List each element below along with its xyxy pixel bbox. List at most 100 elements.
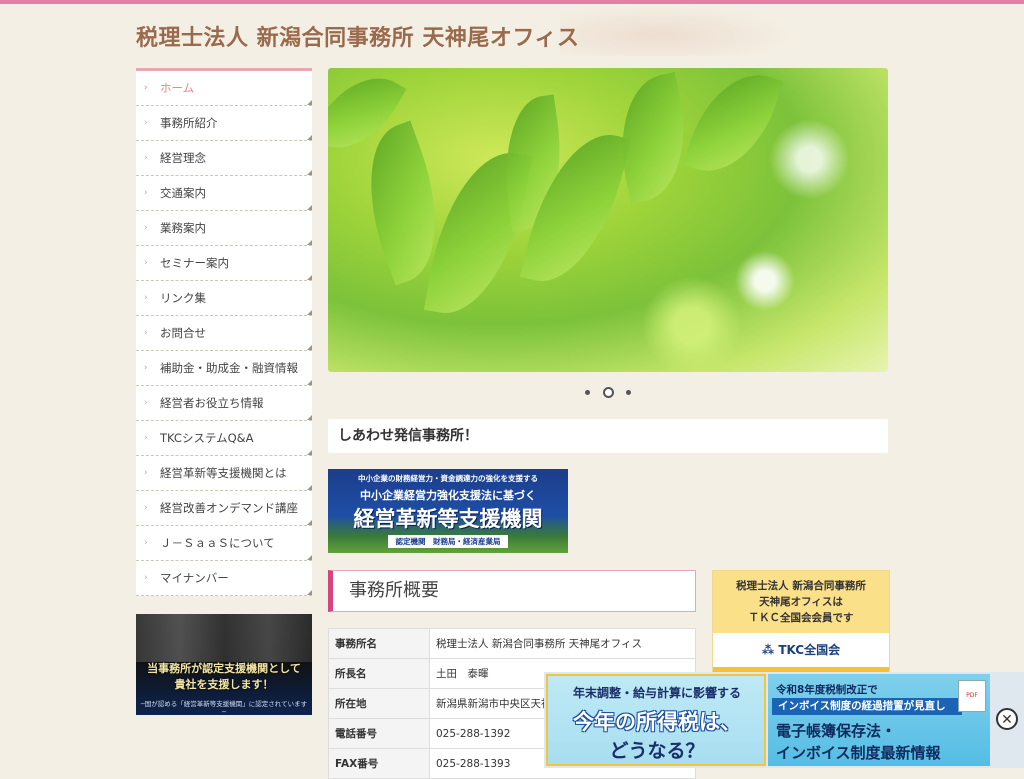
corner-mark-icon (307, 205, 312, 210)
table-key: 所在地 (328, 688, 430, 719)
corner-mark-icon (307, 310, 312, 315)
sidebar-item-label: お問合せ (160, 326, 206, 340)
chevron-right-icon: › (144, 433, 148, 443)
chevron-right-icon: › (144, 293, 148, 303)
chevron-right-icon: › (144, 573, 148, 583)
sidebar-item-support-org[interactable]: › 経営革新等支援機関とは (136, 456, 312, 491)
sidebar-nav: › ホーム › 事務所紹介 › 経営理念 › 交通案内 › 業務案内 › セミナー案内 › リ… (136, 68, 312, 596)
sidebar-item-seminars[interactable]: › セミナー案内 (136, 246, 312, 281)
sidebar-item-on-demand[interactable]: › 経営改善オンデマンド講座 (136, 491, 312, 526)
pdf-document-icon: PDF (958, 680, 986, 712)
corner-mark-icon (307, 450, 312, 455)
slider-pagination (581, 386, 635, 400)
close-icon[interactable]: ✕ (996, 708, 1018, 730)
slider-dot-1[interactable] (585, 390, 590, 395)
corner-mark-icon (307, 240, 312, 245)
sidebar-item-jsaas[interactable]: › Ｊ－ＳａａＳについて (136, 526, 312, 561)
corner-mark-icon (307, 100, 312, 105)
banner-line-2: 中小企業経営力強化支援法に基づく (360, 489, 536, 502)
corner-mark-icon (307, 485, 312, 490)
banner-line-3: 経営革新等支援機関 (353, 507, 543, 531)
sidebar-item-label: 経営改善オンデマンド講座 (160, 501, 298, 515)
promo-line-3: ─国が認める「経営革新等支援機関」に認定されています─ (140, 700, 308, 715)
tkc-line-3: ＴＫＣ全国会会員です (748, 612, 854, 624)
ad-right-line-1: 令和8年度税制改正で (776, 684, 878, 696)
tkc-mark-icon: ⁂ (761, 643, 775, 657)
sidebar-item-services[interactable]: › 業務案内 (136, 211, 312, 246)
ad-income-tax[interactable]: 年末調整・給与計算に影響する 今年の所得税は、 どうなる？ (546, 674, 766, 766)
tkc-line-1: 税理士法人 新潟合同事務所 (736, 580, 866, 592)
sidebar-item-access[interactable]: › 交通案内 (136, 176, 312, 211)
chevron-right-icon: › (144, 258, 148, 268)
sidebar-item-home[interactable]: › ホーム (136, 71, 312, 106)
table-value: 税理士法人 新潟合同事務所 天神尾オフィス (429, 628, 696, 659)
slider-dot-2[interactable] (603, 387, 614, 398)
promo-line-1: 当事務所が認定支援機関として (147, 662, 301, 675)
chevron-right-icon: › (144, 83, 148, 93)
ad-right-line-4: インボイス制度最新情報 (776, 744, 941, 762)
support-org-promo-banner[interactable]: 当事務所が認定支援機関として 貴社を支援します！ ─国が認める「経営革新等支援機… (136, 614, 312, 715)
overlay-ad[interactable]: 年末調整・給与計算に影響する 今年の所得税は、 どうなる？ 令和8年度税制改正で… (544, 672, 1024, 768)
corner-mark-icon (307, 345, 312, 350)
sidebar-item-philosophy[interactable]: › 経営理念 (136, 141, 312, 176)
sidebar-item-tkc-qa[interactable]: › TKCシステムQ&A (136, 421, 312, 456)
sidebar-item-my-number[interactable]: › マイナンバー (136, 561, 312, 596)
table-row: 事務所名 税理士法人 新潟合同事務所 天神尾オフィス (328, 628, 696, 659)
meeting-photo (136, 614, 312, 662)
chevron-right-icon: › (144, 468, 148, 478)
tkc-logo-text: TKC全国会 (778, 643, 841, 657)
chevron-right-icon: › (144, 363, 148, 373)
office-overview-heading: 事務所概要 (328, 570, 696, 612)
table-key: 事務所名 (328, 628, 430, 659)
top-accent-bar (0, 0, 1024, 4)
sidebar-item-label: リンク集 (160, 291, 206, 305)
chevron-right-icon: › (144, 328, 148, 338)
table-key: 所長名 (328, 658, 430, 689)
tkc-membership-box[interactable]: 税理士法人 新潟合同事務所 天神尾オフィスは ＴＫＣ全国会会員です ⁂ TKC全… (712, 570, 890, 674)
sidebar-item-contact[interactable]: › お問合せ (136, 316, 312, 351)
table-key: 電話番号 (328, 718, 430, 749)
corner-mark-icon (307, 135, 312, 140)
tkc-membership-text: 税理士法人 新潟合同事務所 天神尾オフィスは ＴＫＣ全国会会員です (713, 571, 889, 633)
chevron-right-icon: › (144, 538, 148, 548)
hero-slider-image (328, 68, 888, 372)
promo-line-2: 貴社を支援します！ (174, 678, 274, 691)
sidebar-item-subsidies[interactable]: › 補助金・助成金・融資情報 (136, 351, 312, 386)
sidebar-item-label: 補助金・助成金・融資情報 (160, 361, 298, 375)
sidebar-item-manager-info[interactable]: › 経営者お役立ち情報 (136, 386, 312, 421)
sidebar-item-label: TKCシステムQ&A (160, 431, 254, 445)
ad-right-line-3: 電子帳簿保存法・ (776, 722, 897, 740)
chevron-right-icon: › (144, 503, 148, 513)
table-key: FAX番号 (328, 748, 430, 779)
management-support-org-banner[interactable]: 中小企業の財務経営力・資金調達力の強化を支援する 中小企業経営力強化支援法に基づ… (328, 469, 568, 553)
sidebar-item-office-intro[interactable]: › 事務所紹介 (136, 106, 312, 141)
ad-right-line-2: インボイス制度の経過措置が見直し (772, 698, 962, 715)
banner-line-1: 中小企業の財務経営力・資金調達力の強化を支援する (358, 474, 538, 483)
chevron-right-icon: › (144, 223, 148, 233)
ad-left-line-1: 年末調整・給与計算に影響する (572, 686, 741, 700)
chevron-right-icon: › (144, 398, 148, 408)
sidebar-item-label: 経営革新等支援機関とは (160, 466, 287, 480)
corner-mark-icon (307, 275, 312, 280)
sidebar-item-label: ホーム (160, 81, 195, 95)
tkc-logo: ⁂ TKC全国会 (713, 633, 889, 667)
tagline: しあわせ発信事務所！ (328, 419, 888, 453)
sidebar-item-label: セミナー案内 (160, 256, 229, 270)
ad-invoice-system[interactable]: 令和8年度税制改正で インボイス制度の経過措置が見直し 電子帳簿保存法・ インボ… (768, 674, 990, 766)
corner-mark-icon (307, 380, 312, 385)
sidebar-item-links[interactable]: › リンク集 (136, 281, 312, 316)
corner-mark-icon (307, 170, 312, 175)
sidebar-item-label: 交通案内 (160, 186, 206, 200)
sidebar-item-label: マイナンバー (160, 571, 229, 585)
corner-mark-icon (307, 555, 312, 560)
ad-left-line-3: どうなる？ (609, 740, 705, 762)
sidebar-item-label: 経営者お役立ち情報 (160, 396, 264, 410)
banner-line-4: 認定機関 財務局・経済産業局 (388, 535, 508, 548)
chevron-right-icon: › (144, 153, 148, 163)
sidebar-item-label: 事務所紹介 (160, 116, 218, 130)
site-title[interactable]: 税理士法人 新潟合同事務所 天神尾オフィス (136, 20, 579, 52)
leaf-shape (682, 68, 784, 187)
ad-left-line-2: 今年の所得税は、 (573, 710, 741, 734)
sidebar-item-label: 業務案内 (160, 221, 206, 235)
slider-dot-3[interactable] (626, 390, 631, 395)
